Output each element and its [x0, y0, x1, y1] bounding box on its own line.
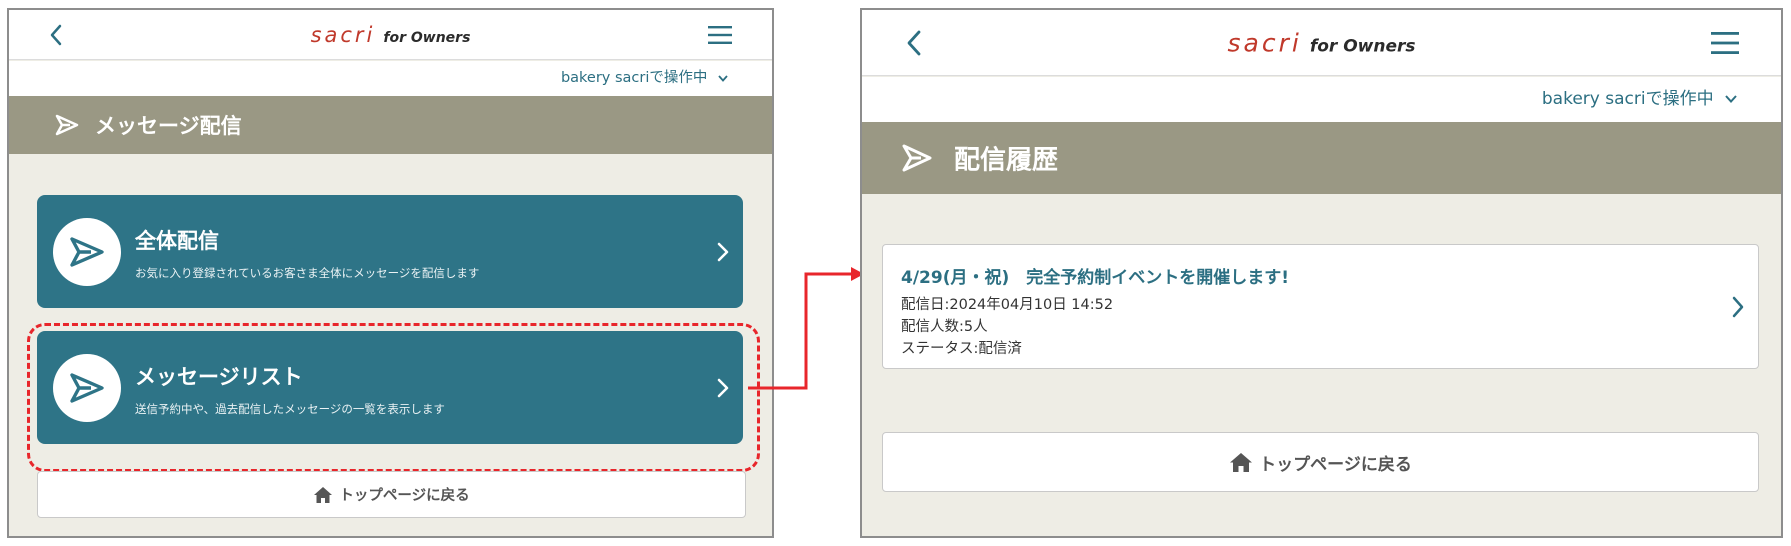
- page-title-bar: 配信履歴: [862, 122, 1781, 194]
- operator-switcher[interactable]: bakery sacriで操作中: [9, 61, 772, 96]
- screen-delivery-history: sacri for Owners bakery sacriで操作中 配信履歴 4/…: [860, 8, 1783, 538]
- home-icon: [313, 486, 333, 504]
- hamburger-menu-icon[interactable]: [1711, 31, 1739, 54]
- operator-label: bakery sacriで操作中: [1541, 89, 1714, 109]
- chevron-down-icon: [1725, 95, 1737, 103]
- chevron-down-icon: [718, 74, 728, 82]
- app-logo: sacri for Owners: [310, 22, 471, 47]
- card-title: 全体配信: [135, 229, 219, 253]
- history-item-title: 4/29(月・祝) 完全予約制イベントを開催します!: [901, 268, 1289, 288]
- send-icon: [902, 144, 932, 172]
- page-title-bar: メッセージ配信: [9, 96, 772, 154]
- broadcast-all-card[interactable]: 全体配信 お気に入り登録されているお客さま全体にメッセージを配信します: [37, 195, 743, 308]
- send-icon: [55, 114, 79, 136]
- history-item-date: 配信日:2024年04月10日 14:52: [901, 297, 1114, 313]
- history-item-recipient-count: 配信人数:5人: [901, 319, 988, 335]
- highlight-outline: [27, 323, 760, 472]
- top-bar: sacri for Owners: [9, 10, 772, 60]
- chevron-right-icon: [717, 242, 729, 262]
- app-logo: sacri for Owners: [1227, 28, 1416, 57]
- card-description: お気に入り登録されているお客さま全体にメッセージを配信します: [135, 266, 480, 280]
- chevron-right-icon: [1732, 296, 1744, 318]
- flow-arrow: [748, 267, 864, 390]
- page-title: メッセージ配信: [95, 114, 242, 138]
- send-icon: [70, 236, 104, 267]
- home-icon: [1229, 452, 1253, 473]
- operator-label: bakery sacriで操作中: [560, 70, 708, 86]
- hamburger-menu-icon[interactable]: [708, 25, 732, 44]
- page-title: 配信履歴: [954, 145, 1059, 176]
- screen-message-delivery: sacri for Owners bakery sacriで操作中 メッセージ配信…: [7, 8, 774, 538]
- top-bar: sacri for Owners: [862, 10, 1781, 76]
- home-button-label: トップページに戻る: [1259, 454, 1412, 475]
- history-item-status: ステータス:配信済: [901, 341, 1022, 357]
- history-item[interactable]: 4/29(月・祝) 完全予約制イベントを開催します! 配信日:2024年04月1…: [882, 244, 1759, 369]
- home-button-label: トップページに戻る: [339, 488, 470, 504]
- send-icon-circle: [53, 217, 121, 286]
- operator-switcher[interactable]: bakery sacriで操作中: [862, 77, 1781, 122]
- back-to-top-button[interactable]: トップページに戻る: [37, 471, 746, 518]
- back-to-top-button[interactable]: トップページに戻る: [882, 432, 1759, 492]
